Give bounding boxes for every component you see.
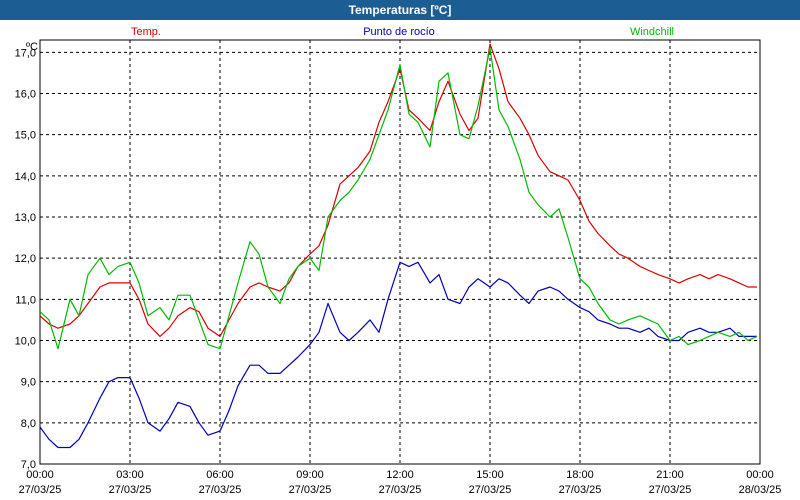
grid-lines [40,40,760,465]
x-tick-time-label: 09:00 [296,469,324,481]
legend-item-temp: Temp. [131,26,161,38]
y-tick-label: 9,0 [21,377,36,389]
x-tick-time-label: 00:00 [746,469,774,481]
x-tick-time-label: 21:00 [656,469,684,481]
y-axis-ticks: 17,016,015,014,013,012,011,010,09,08,07,… [15,47,36,471]
x-tick-date-label: 27/03/25 [559,484,602,496]
y-tick-label: 11,0 [15,294,36,306]
series-line-windchill [39,47,758,350]
x-tick-date-label: 27/03/25 [379,484,422,496]
y-tick-label: 12,0 [15,253,36,265]
x-tick-time-label: 12:00 [386,469,414,481]
y-tick-label: 8,0 [21,418,36,430]
y-tick-label: 15,0 [15,130,36,142]
series-line-dew-point [39,261,757,449]
legend-item-windchill: Windchill [630,26,674,38]
x-tick-date-label: 27/03/25 [109,484,152,496]
series-lines [39,43,758,449]
x-tick-time-label: 06:00 [206,469,234,481]
y-tick-label: 14,0 [15,171,36,183]
temperature-chart: 17,016,015,014,013,012,011,010,09,08,07,… [15,26,782,496]
x-axis-ticks: 00:00 27/03/25 03:00 27/03/25 06:00 27/03/25 0… [19,469,782,496]
x-tick-date-label: 28/03/25 [739,484,782,496]
chart-window: Temperaturas [ºC] 17,0 16,0 15,0 14,0 13,0 12… [0,0,800,500]
x-tick-date-label: 27/03/25 [199,484,242,496]
y-tick-label: 16,0 [15,89,36,101]
x-tick-time-label: 15:00 [476,469,504,481]
y-axis-unit-label: ºC [26,41,38,53]
x-tick-date-label: 27/03/25 [289,484,332,496]
x-tick-time-label: 00:00 [26,469,54,481]
x-tick-date-label: 27/03/25 [19,484,62,496]
legend-item-dew-point: Punto de rocío [363,26,435,38]
y-tick-label: 10,0 [15,336,36,348]
x-tick-date-label: 27/03/25 [469,484,512,496]
x-tick-date-label: 27/03/25 [649,484,692,496]
y-tick-label: 13,0 [15,212,36,224]
x-tick-time-label: 18:00 [566,469,594,481]
x-tick-time-label: 03:00 [116,469,144,481]
series-line-temp [39,43,757,337]
